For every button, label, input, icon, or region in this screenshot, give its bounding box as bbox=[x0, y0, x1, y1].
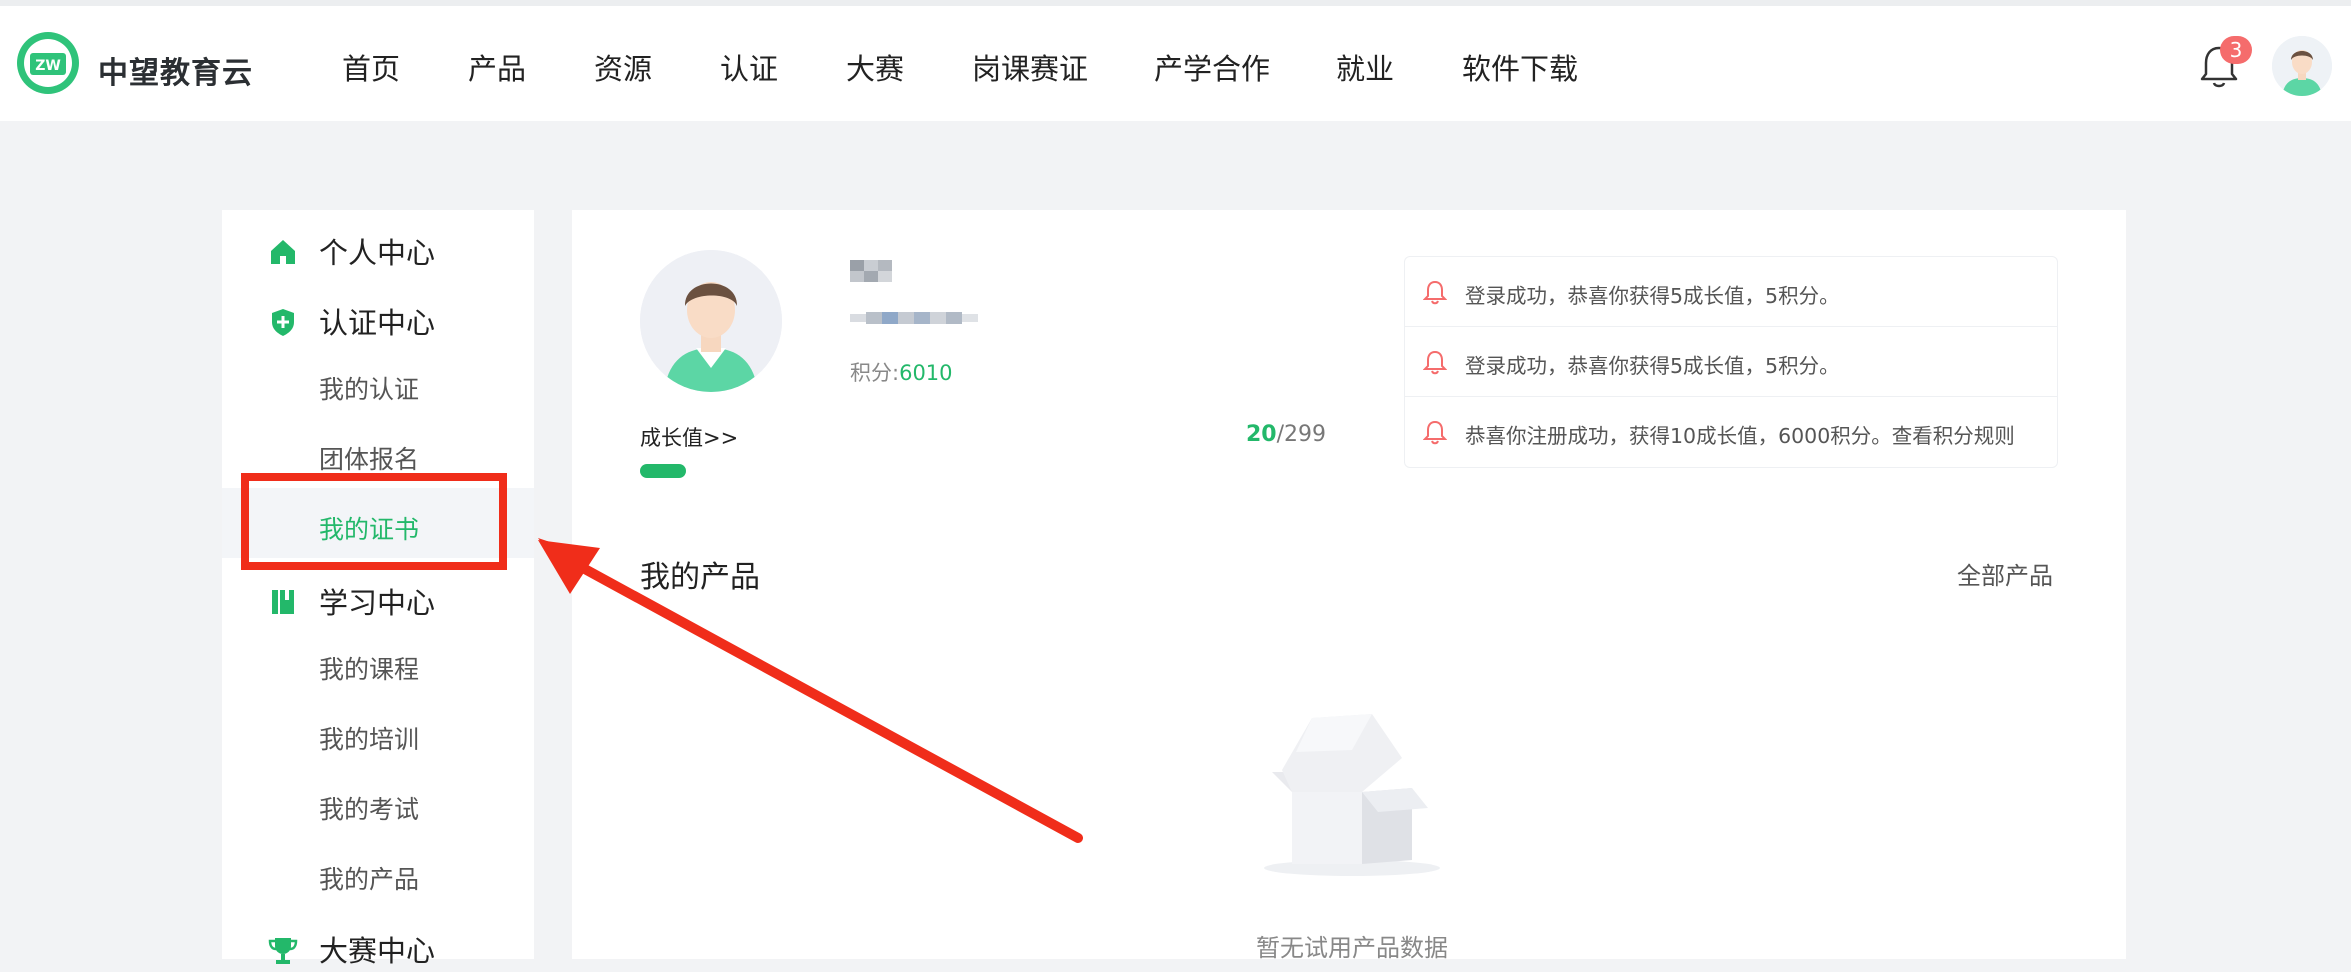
message-item[interactable]: 登录成功，恭喜你获得5成长值，5积分。 bbox=[1405, 257, 2057, 327]
top-header: ZW 中望教育云 首页 产品 资源 认证 大赛 岗课赛证 产学合作 就业 软件下… bbox=[0, 6, 2351, 121]
bell-icon bbox=[1423, 420, 1447, 445]
growth-value-link[interactable]: 成长值>> bbox=[640, 422, 738, 452]
message-item[interactable]: 登录成功，恭喜你获得5成长值，5积分。 bbox=[1405, 327, 2057, 397]
message-text: 恭喜你注册成功，获得10成长值，6000积分。查看积分规则 bbox=[1465, 424, 2015, 448]
zw-logo[interactable]: ZW bbox=[16, 31, 80, 95]
growth-progress-bar bbox=[640, 464, 686, 478]
growth-current: 20 bbox=[1246, 422, 1277, 447]
sidebar-group-label: 大赛中心 bbox=[319, 934, 436, 968]
sidebar-item-my-certification[interactable]: 我的认证 bbox=[319, 370, 419, 406]
message-text: 登录成功，恭喜你获得5成长值，5积分。 bbox=[1465, 284, 1840, 308]
brand-name[interactable]: 中望教育云 bbox=[98, 48, 253, 92]
sidebar-group-label: 学习中心 bbox=[319, 586, 436, 620]
message-item[interactable]: 恭喜你注册成功，获得10成长值，6000积分。查看积分规则 bbox=[1405, 397, 2057, 467]
home-icon bbox=[271, 240, 295, 264]
nav-software-download[interactable]: 软件下载 bbox=[1462, 46, 1578, 88]
avatar[interactable] bbox=[2272, 36, 2332, 96]
profile-avatar[interactable] bbox=[640, 250, 782, 392]
nav-industry[interactable]: 产学合作 bbox=[1154, 46, 1270, 88]
empty-state-text: 暂无试用产品数据 bbox=[1256, 934, 1448, 962]
growth-total: /299 bbox=[1276, 422, 1327, 447]
growth-progress-text: 20/299 bbox=[1246, 422, 1326, 447]
trophy-icon bbox=[268, 938, 298, 964]
points-value: 6010 bbox=[899, 361, 953, 385]
username-blurred bbox=[850, 260, 892, 282]
nav-post-course[interactable]: 岗课赛证 bbox=[972, 46, 1088, 88]
message-list: 登录成功，恭喜你获得5成长值，5积分。 登录成功，恭喜你获得5成长值，5积分。 … bbox=[1404, 256, 2058, 468]
sidebar-item-my-training[interactable]: 我的培训 bbox=[319, 720, 419, 756]
nav-competition[interactable]: 大赛 bbox=[846, 46, 904, 88]
sidebar-item-my-products[interactable]: 我的产品 bbox=[319, 860, 419, 896]
sidebar-item-group-signup[interactable]: 团体报名 bbox=[319, 440, 419, 476]
products-title: 我的产品 bbox=[640, 560, 760, 595]
sidebar-group-label: 个人中心 bbox=[319, 236, 436, 270]
empty-box-icon bbox=[1264, 714, 1440, 876]
all-products-link[interactable]: 全部产品 bbox=[1957, 556, 2053, 591]
shield-plus-icon bbox=[272, 309, 294, 336]
sidebar-item-my-exams[interactable]: 我的考试 bbox=[319, 790, 419, 826]
sidebar-item-my-courses[interactable]: 我的课程 bbox=[319, 650, 419, 686]
bell-icon bbox=[1423, 280, 1447, 305]
points-display: 积分:6010 bbox=[850, 357, 953, 387]
sidebar: 个人中心 认证中心 我的认证 团体报名 我的证书 学习中心 我的课程 我的培训 … bbox=[222, 210, 534, 968]
nav-resources[interactable]: 资源 bbox=[594, 46, 652, 88]
nav-home[interactable]: 首页 bbox=[342, 46, 400, 88]
sidebar-group-label: 认证中心 bbox=[319, 306, 436, 340]
points-label: 积分: bbox=[850, 361, 900, 385]
bell-icon bbox=[1423, 350, 1447, 375]
annotation-highlight-box bbox=[241, 473, 507, 570]
nav-employment[interactable]: 就业 bbox=[1336, 46, 1394, 88]
nav-certification[interactable]: 认证 bbox=[720, 46, 778, 88]
notification-badge: 3 bbox=[2220, 36, 2252, 64]
nav-products[interactable]: 产品 bbox=[468, 46, 526, 88]
logo-text-zw: ZW bbox=[35, 58, 61, 74]
message-text: 登录成功，恭喜你获得5成长值，5积分。 bbox=[1465, 354, 1840, 378]
account-id-blurred bbox=[850, 312, 978, 324]
main-panel: 积分:6010 成长值>> 20/299 登录成功，恭喜你获得5成长值，5积分。… bbox=[572, 210, 2126, 962]
book-icon bbox=[272, 590, 294, 614]
